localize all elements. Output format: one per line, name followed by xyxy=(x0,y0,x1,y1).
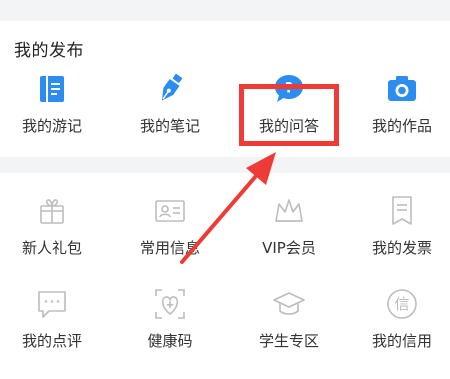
pointer-arrow xyxy=(180,152,276,264)
